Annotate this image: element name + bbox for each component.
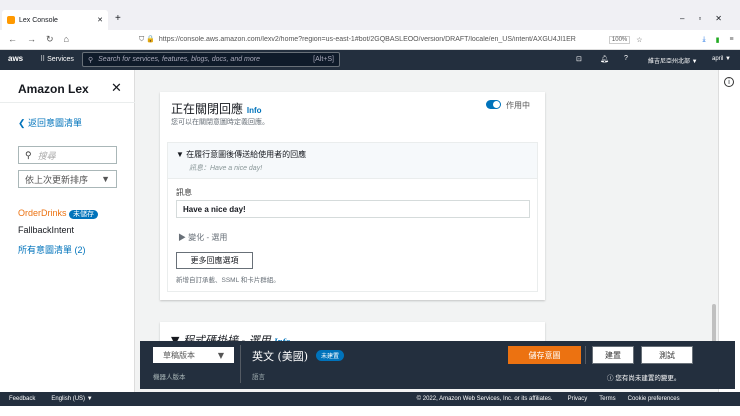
terms-link[interactable]: Terms xyxy=(599,396,615,402)
new-tab-icon[interactable]: + xyxy=(115,13,121,24)
search-shortcut: [Alt+S] xyxy=(313,56,334,63)
bookmark-star-icon[interactable]: ☆ xyxy=(636,36,642,44)
not-built-badge: 未建置 xyxy=(316,350,345,361)
caret-down-icon: ▼ xyxy=(101,174,110,184)
download-icon[interactable]: ⤓ xyxy=(703,36,706,44)
sidebar-title: Amazon Lex xyxy=(18,82,89,96)
info-icon[interactable]: i xyxy=(724,77,734,87)
intent-orderdrinks[interactable]: OrderDrinks 未儲存 xyxy=(18,208,99,219)
browser-tab[interactable]: Lex Console ✕ xyxy=(2,10,108,30)
response-section: ▼ 在履行意圖後傳送給使用者的回應 訊息：Have a nice day! 訊息… xyxy=(167,142,538,292)
aws-header: aws ⠿ Services ⚲ Search for services, fea… xyxy=(0,50,740,70)
save-intent-button[interactable]: 儲存意圖 xyxy=(508,346,581,364)
bottom-action-bar: 草稿版本 ▼ 機器人版本 英文 (美國) 未建置 語言 儲存意圖 建置 測試 ⓘ … xyxy=(140,341,735,389)
services-label: Services xyxy=(47,56,74,63)
closing-title-text: 正在關閉回應 xyxy=(171,102,244,116)
search-placeholder: 搜尋 xyxy=(37,150,56,161)
info-circle-icon: ⓘ xyxy=(607,375,614,382)
build-button[interactable]: 建置 xyxy=(592,346,634,364)
active-toggle[interactable] xyxy=(486,100,501,109)
more-options-desc: 新增自訂承載、SSML 和卡片群組。 xyxy=(176,277,280,284)
search-icon: ⚲ xyxy=(25,149,32,160)
aws-logo[interactable]: aws xyxy=(8,54,23,63)
version-value: 草稿版本 xyxy=(163,350,195,360)
search-placeholder: Search for services, features, blogs, do… xyxy=(98,56,260,63)
services-menu[interactable]: ⠿ Services xyxy=(40,55,74,63)
close-tab-icon[interactable]: ✕ xyxy=(97,16,103,24)
tab-title: Lex Console xyxy=(19,16,58,24)
caret-down-icon: ▼ xyxy=(176,150,184,159)
browser-tab-bar: Lex Console ✕ + –▫✕ xyxy=(0,0,740,30)
notice-text: 您有尚未建置的變更。 xyxy=(615,375,681,382)
browser-nav-bar: ←→↻⌂ ⛉ 🔒 https://console.aws.amazon.com/… xyxy=(0,30,740,50)
toggle-label: 作用中 xyxy=(506,101,530,110)
variations-expander[interactable]: ▶ 變化 - 選用 xyxy=(178,232,227,243)
all-intents-link[interactable]: 所有意圖清單 (2) xyxy=(18,243,86,256)
message-input[interactable]: Have a nice day! xyxy=(176,200,530,218)
language-selector[interactable]: English (US) ▼ xyxy=(51,396,92,402)
region-menu[interactable]: 維吉尼亞州北部 ▼ xyxy=(648,56,698,65)
section-subtitle: 訊息：Have a nice day! xyxy=(189,165,263,172)
sort-select[interactable]: 依上次更新排序 ▼ xyxy=(18,170,117,188)
intent-fallbackintent[interactable]: FallbackIntent xyxy=(18,225,74,235)
info-link[interactable]: Info xyxy=(247,106,262,115)
bell-icon[interactable]: 🔔︎ xyxy=(600,55,609,63)
more-response-options-button[interactable]: 更多回應選項 xyxy=(176,252,253,269)
scrollbar[interactable] xyxy=(712,304,716,344)
sidebar: Amazon Lex ✕ ❮ 返回意圖清單 ⚲ 搜尋 依上次更新排序 ▼ Order… xyxy=(0,70,135,392)
search-input[interactable]: ⚲ Search for services, features, blogs, d… xyxy=(82,52,340,67)
cookie-preferences-link[interactable]: Cookie preferences xyxy=(628,396,680,402)
variations-label: 變化 - 選用 xyxy=(188,233,228,242)
aws-favicon-icon xyxy=(7,16,15,24)
section-title: 在履行意圖後傳送給使用者的回應 xyxy=(186,150,307,159)
url-bar[interactable]: https://console.aws.amazon.com/lexv2/hom… xyxy=(159,36,589,43)
help-icon[interactable]: ? xyxy=(624,55,628,62)
unbuilt-notice: ⓘ 您有尚未建置的變更。 xyxy=(607,372,680,382)
privacy-link[interactable]: Privacy xyxy=(568,396,588,402)
cloudshell-icon[interactable]: ⊡ xyxy=(576,55,582,63)
sort-value: 依上次更新排序 xyxy=(25,174,89,185)
language-value: 英文 (美國) xyxy=(252,350,309,363)
test-button[interactable]: 測試 xyxy=(641,346,693,364)
version-select[interactable]: 草稿版本 ▼ xyxy=(153,347,234,363)
close-sidebar-icon[interactable]: ✕ xyxy=(111,80,122,96)
closing-response-card: 正在關閉回應 Info 您可以在關閉意圖時定義回應。 作用中 ▼ 在履行意圖後傳… xyxy=(160,92,545,300)
shield-icon: ⛉ 🔒 xyxy=(138,36,155,43)
language-label: 語言 xyxy=(252,374,265,381)
message-label: 訊息 xyxy=(176,188,192,197)
footer: Feedback English (US) ▼ © 2022, Amazon W… xyxy=(0,392,740,406)
caret-down-icon: ▼ xyxy=(217,350,224,360)
extension-icon[interactable]: ▮ xyxy=(716,36,720,44)
closing-desc: 您可以在關閉意圖時定義回應。 xyxy=(171,119,269,126)
nav-buttons-icon[interactable]: ←→↻⌂ xyxy=(8,34,79,45)
zoom-level[interactable]: 100% xyxy=(608,35,631,44)
user-menu[interactable]: april ▼ xyxy=(712,56,731,62)
version-label: 機器人版本 xyxy=(153,374,186,381)
copyright: © 2022, Amazon Web Services, Inc. or its… xyxy=(416,396,553,402)
unsaved-badge: 未儲存 xyxy=(69,210,99,219)
feedback-link[interactable]: Feedback xyxy=(9,396,35,402)
menu-icon[interactable]: ≡ xyxy=(730,36,734,43)
closing-title: 正在關閉回應 Info xyxy=(171,100,262,117)
back-label: 返回意圖清單 xyxy=(28,118,83,128)
back-to-intents-link[interactable]: ❮ 返回意圖清單 xyxy=(18,116,82,129)
intent-search-input[interactable]: ⚲ 搜尋 xyxy=(18,146,117,164)
response-section-header[interactable]: ▼ 在履行意圖後傳送給使用者的回應 訊息：Have a nice day! xyxy=(168,143,537,179)
window-controls[interactable]: –▫✕ xyxy=(680,14,736,23)
search-icon: ⚲ xyxy=(88,56,94,64)
intent-name: OrderDrinks xyxy=(18,208,67,218)
